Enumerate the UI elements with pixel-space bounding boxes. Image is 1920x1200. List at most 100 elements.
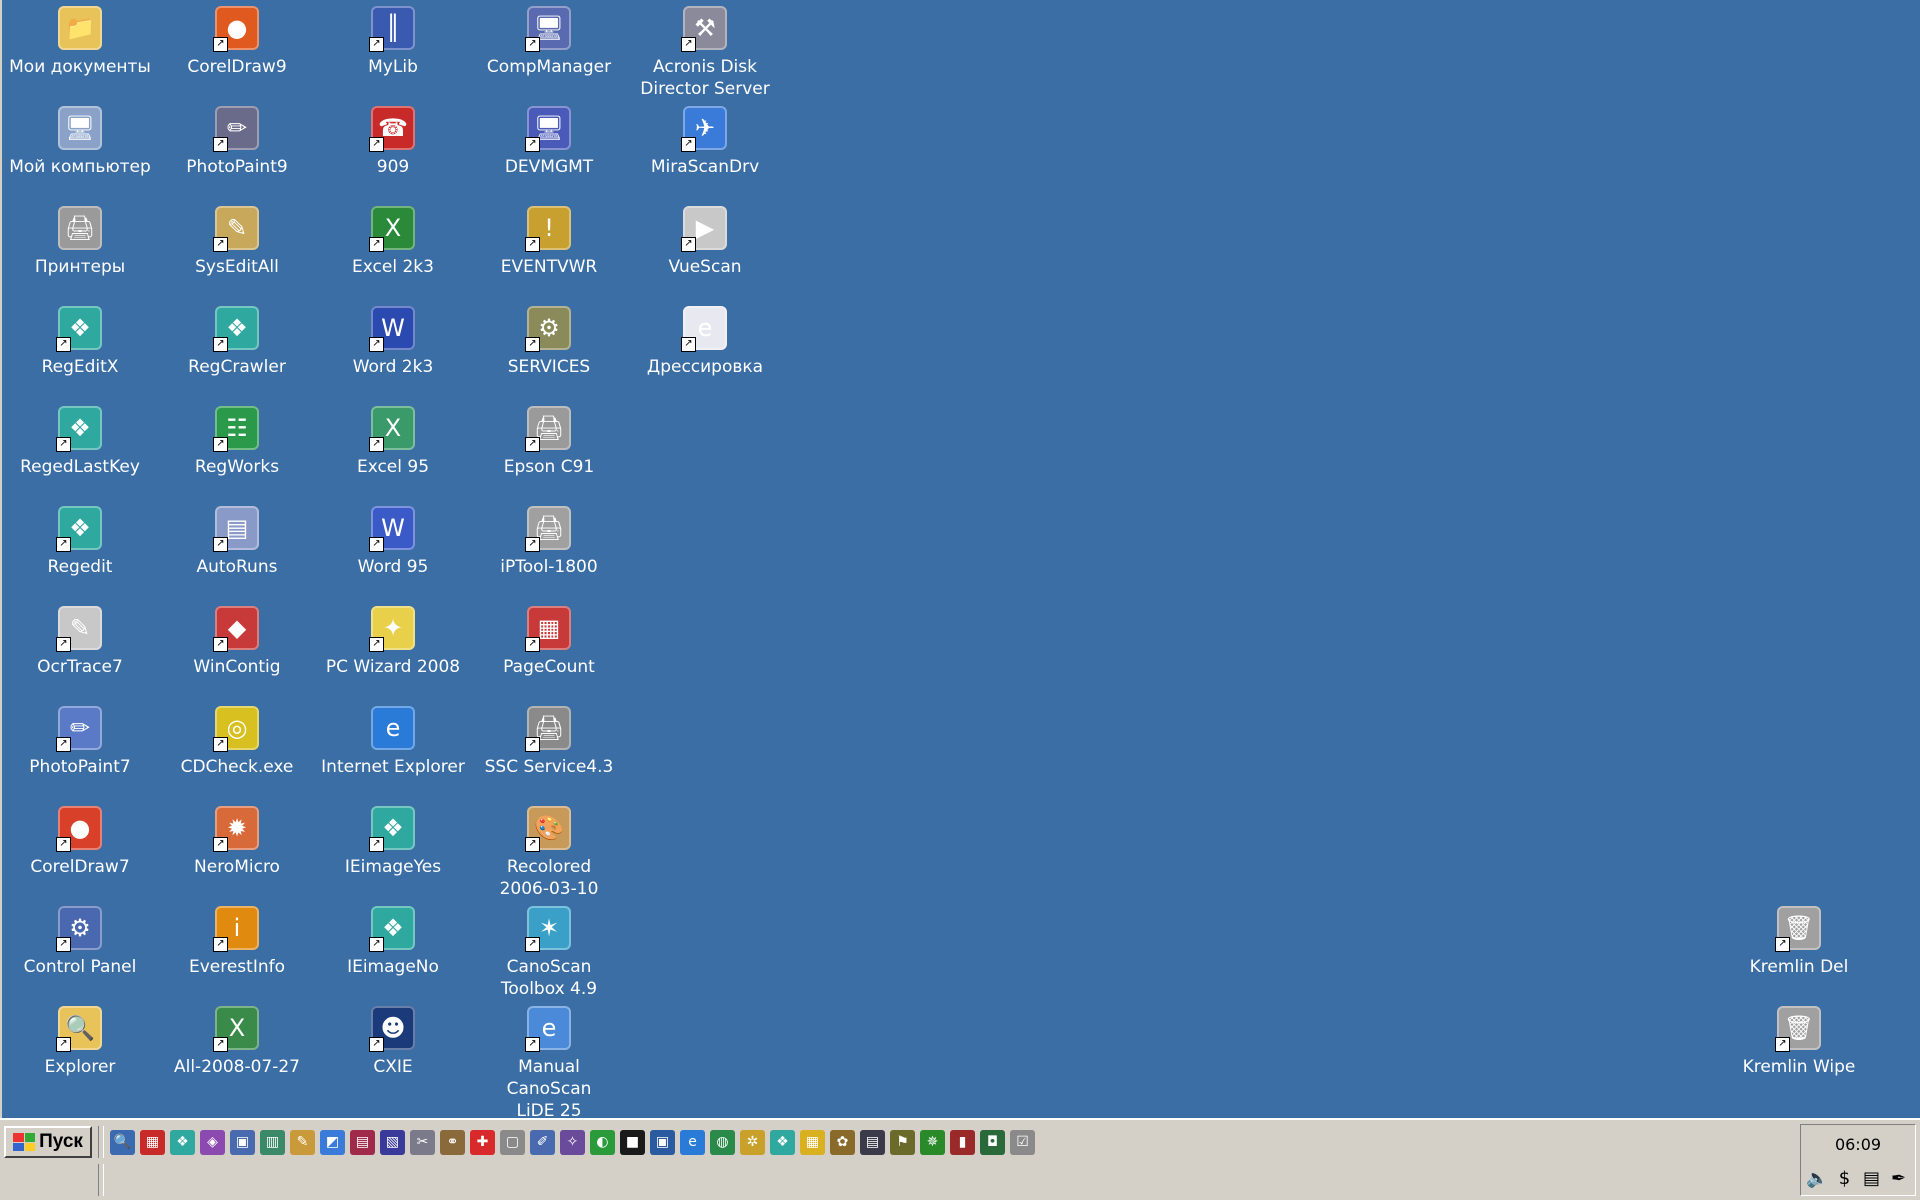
package-icon[interactable]: ◈ xyxy=(200,1130,225,1155)
image-icon[interactable]: ▣ xyxy=(650,1130,675,1155)
desktop-icon[interactable]: ✏ ↗ PhotoPaint9 xyxy=(162,106,312,178)
desktop-icon[interactable]: 🖥 Мой компьютер xyxy=(5,106,155,178)
clock[interactable]: 06:09 xyxy=(1801,1135,1915,1154)
desktop-icon[interactable]: ☻ ↗ CXIE xyxy=(318,1006,468,1078)
desktop-icon[interactable]: ❖ ↗ Regedit xyxy=(5,506,155,578)
desktop-icon[interactable]: 🖨 ↗ iPTool-1800 xyxy=(474,506,624,578)
desktop-icon[interactable]: W ↗ Word 95 xyxy=(318,506,468,578)
windows-logo-icon xyxy=(13,1133,36,1151)
notebook-icon[interactable]: ▧ xyxy=(380,1130,405,1155)
shortcut-arrow-icon: ↗ xyxy=(525,337,540,352)
desktop-icon[interactable]: ▶ ↗ VueScan xyxy=(630,206,780,278)
desktop-icon[interactable]: W ↗ Word 2k3 xyxy=(318,306,468,378)
desktop-icon[interactable]: ❖ ↗ IEimageNo xyxy=(318,906,468,978)
desktop-icon[interactable]: ▦ ↗ PageCount xyxy=(474,606,624,678)
pen-icon[interactable]: ✎ xyxy=(290,1130,315,1155)
desktop-icon-label: 909 xyxy=(376,157,410,177)
palette-icon[interactable]: ✿ xyxy=(830,1130,855,1155)
search-icon[interactable]: 🔍 xyxy=(110,1130,135,1155)
desktop-icon[interactable]: ❖ ↗ RegedLastKey xyxy=(5,406,155,478)
eraser-icon[interactable]: ◩ xyxy=(320,1130,345,1155)
wand-icon[interactable]: ✧ xyxy=(560,1130,585,1155)
desktop-icon[interactable]: 🖥 ↗ DEVMGMT xyxy=(474,106,624,178)
tools-icon[interactable]: ✂ xyxy=(410,1130,435,1155)
manual-canoscan-icon: e ↗ xyxy=(525,1006,571,1052)
desktop-icon[interactable]: ▤ ↗ AutoRuns xyxy=(162,506,312,578)
photopaint7-icon: ✏ ↗ xyxy=(56,706,102,752)
pen-tray-icon[interactable]: ✒ xyxy=(1886,1167,1911,1191)
desktop-icon[interactable]: ☎ ↗ 909 xyxy=(318,106,468,178)
colors-icon[interactable]: ■ xyxy=(620,1130,645,1155)
desktop-icon[interactable]: ● ↗ CorelDraw7 xyxy=(5,806,155,878)
desktop-icon[interactable]: ⚙ ↗ SERVICES xyxy=(474,306,624,378)
desktop-icon[interactable]: X ↗ All-2008-07-27 xyxy=(162,1006,312,1078)
desktop-icon[interactable]: ║ ↗ MyLib xyxy=(318,6,468,78)
registry-icon[interactable]: ▦ xyxy=(140,1130,165,1155)
network-icon[interactable]: ✵ xyxy=(920,1130,945,1155)
desktop-icon[interactable]: X ↗ Excel 2k3 xyxy=(318,206,468,278)
antivirus-icon[interactable]: $ xyxy=(1832,1167,1857,1191)
desktop-icon[interactable]: i ↗ EverestInfo xyxy=(162,906,312,978)
desktop-icon[interactable]: 🗑 ↗ Kremlin Del xyxy=(1724,906,1874,978)
desktop-icon[interactable]: ☷ ↗ RegWorks xyxy=(162,406,312,478)
checklist-icon[interactable]: ☑ xyxy=(1010,1130,1035,1155)
desktop-icon[interactable]: 🖨 Принтеры xyxy=(5,206,155,278)
drive-icon[interactable]: ◘ xyxy=(980,1130,1005,1155)
desktop-icon[interactable]: ◎ ↗ CDCheck.exe xyxy=(162,706,312,778)
desktop-icon[interactable]: ⚒ ↗ Acronis Disk Director Server xyxy=(630,6,780,100)
monitor-icon[interactable]: ▣ xyxy=(230,1130,255,1155)
desktop-icon[interactable]: ! ↗ EVENTVWR xyxy=(474,206,624,278)
tape-icon[interactable]: ⚭ xyxy=(440,1130,465,1155)
shortcut-arrow-icon: ↗ xyxy=(56,537,71,552)
keyboard-icon[interactable]: ▤ xyxy=(860,1130,885,1155)
desktop-icon-label: CompManager xyxy=(486,57,612,77)
desktop-icon[interactable]: 🔍 ↗ Explorer xyxy=(5,1006,155,1078)
desktop-icon[interactable]: 🖨 ↗ Epson C91 xyxy=(474,406,624,478)
desktop-icon[interactable]: ✹ ↗ NeroMicro xyxy=(162,806,312,878)
desktop-icon[interactable]: ◆ ↗ WinContig xyxy=(162,606,312,678)
desktop-icon[interactable]: 🖥 ↗ CompManager xyxy=(474,6,624,78)
desktop-icon[interactable]: 🎨 ↗ Recolored 2006-03-10 xyxy=(474,806,624,900)
desktop-icon[interactable]: ✦ ↗ PC Wizard 2008 xyxy=(318,606,468,678)
desktop-icon[interactable]: 🖨 ↗ SSC Service4.3 xyxy=(474,706,624,778)
mirascandrv-icon: ✈ ↗ xyxy=(681,106,727,152)
desktop-icon[interactable]: ✎ ↗ SysEditAll xyxy=(162,206,312,278)
desktop-icon-label: RegedLastKey xyxy=(20,457,140,477)
desktop-icon[interactable]: 📁 Мои документы xyxy=(5,6,155,78)
regedit-icon[interactable]: ❖ xyxy=(170,1130,195,1155)
desktop-icon[interactable]: ❖ ↗ RegEditX xyxy=(5,306,155,378)
volume-icon[interactable]: 🔈 xyxy=(1805,1167,1830,1191)
desktop-icon[interactable]: ● ↗ CorelDraw9 xyxy=(162,6,312,78)
start-button[interactable]: Пуск xyxy=(4,1126,92,1158)
shortcut-arrow-icon: ↗ xyxy=(525,737,540,752)
desktop-icon[interactable]: ✶ ↗ CanoScan Toolbox 4.9 xyxy=(474,906,624,1000)
desktop-icon-label: Kremlin Wipe xyxy=(1742,1057,1856,1077)
archive-icon[interactable]: ▮ xyxy=(950,1130,975,1155)
book-icon[interactable]: ▥ xyxy=(260,1130,285,1155)
chart-icon[interactable]: ◐ xyxy=(590,1130,615,1155)
first-aid-icon[interactable]: ✚ xyxy=(470,1130,495,1155)
desktop-icon[interactable]: ❖ ↗ IEimageYes xyxy=(318,806,468,878)
desktop-icon[interactable]: ⚙ ↗ Control Panel xyxy=(5,906,155,978)
desktop-icon[interactable]: 🗑 ↗ Kremlin Wipe xyxy=(1724,1006,1874,1078)
books-icon[interactable]: ▤ xyxy=(350,1130,375,1155)
desktop-icon[interactable]: ✈ ↗ MiraScanDrv xyxy=(630,106,780,178)
registry2-icon[interactable]: ❖ xyxy=(770,1130,795,1155)
desktop-icon[interactable]: e Internet Explorer xyxy=(318,706,468,778)
puzzle-icon[interactable]: ✲ xyxy=(740,1130,765,1155)
ie-icon[interactable]: e xyxy=(680,1130,705,1155)
desktop-icon-label: Regedit xyxy=(47,557,113,577)
flag-icon[interactable]: ⚑ xyxy=(890,1130,915,1155)
language-flag-icon[interactable]: ▤ xyxy=(1859,1167,1884,1191)
globe-icon[interactable]: ◍ xyxy=(710,1130,735,1155)
desktop-icon[interactable]: ✏ ↗ PhotoPaint7 xyxy=(5,706,155,778)
desktop-icon[interactable]: e ↗ Дрессировка xyxy=(630,306,780,378)
grid-icon[interactable]: ▦ xyxy=(800,1130,825,1155)
desktop-icon[interactable]: ✎ ↗ OcrTrace7 xyxy=(5,606,155,678)
desktop-icon[interactable]: ❖ ↗ RegCrawler xyxy=(162,306,312,378)
desktop-icon[interactable]: X ↗ Excel 95 xyxy=(318,406,468,478)
shortcut-arrow-icon: ↗ xyxy=(213,537,228,552)
document-icon[interactable]: ▢ xyxy=(500,1130,525,1155)
desktop-icon[interactable]: e ↗ Manual CanoScan LiDE 25 xyxy=(474,1006,624,1122)
edit-icon[interactable]: ✐ xyxy=(530,1130,555,1155)
